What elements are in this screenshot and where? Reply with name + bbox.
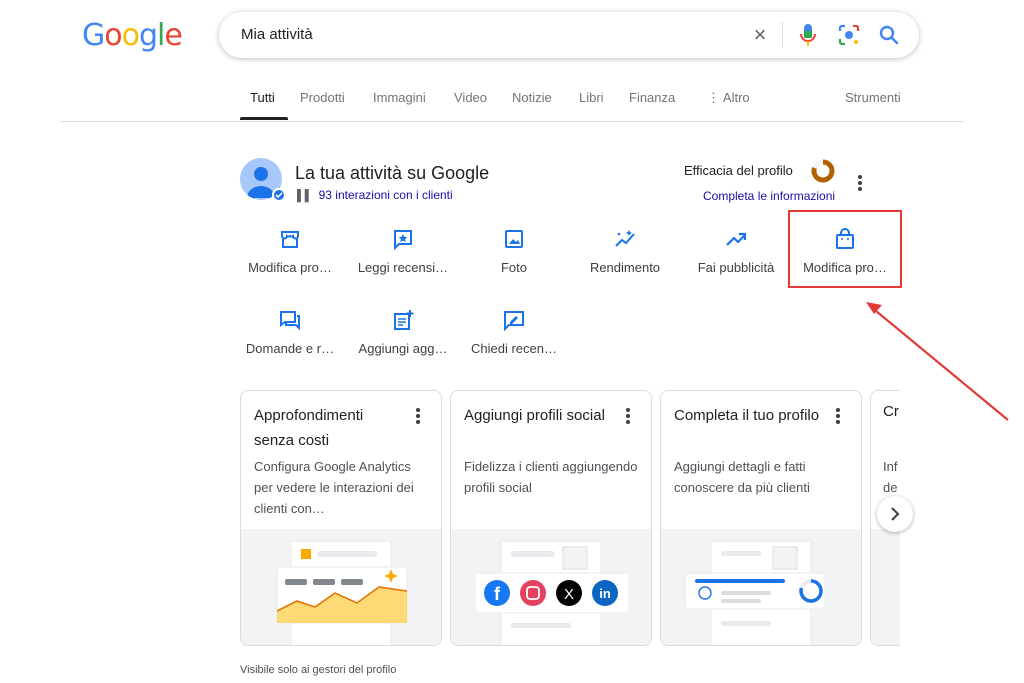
more-options-icon[interactable] [857, 174, 863, 192]
analytics-illustration [241, 529, 441, 645]
interactions-label: 93 interazioni con i clienti [318, 188, 453, 202]
photos-button[interactable]: Foto [458, 228, 570, 275]
chevron-right-icon [891, 507, 900, 521]
search-box[interactable]: Mia attività × [219, 12, 919, 58]
action-label: Aggiungi agg… [358, 341, 448, 356]
header-divider [60, 121, 964, 122]
action-label: Foto [500, 260, 527, 275]
action-label: Chiedi recen… [471, 341, 557, 356]
tab-images[interactable]: Immagini [373, 90, 426, 105]
social-illustration: f X in [451, 529, 651, 645]
card-title: Approfondimenti senza costi [254, 407, 364, 449]
more-options-icon[interactable] [625, 407, 631, 425]
business-title: La tua attività su Google [295, 163, 490, 183]
google-logo[interactable]: Google [82, 18, 183, 53]
mic-icon[interactable] [799, 22, 817, 48]
search-icon[interactable] [877, 23, 901, 47]
action-label: Leggi recensi… [357, 260, 449, 275]
verified-check-icon [272, 188, 286, 202]
rate-review-icon [504, 311, 524, 331]
tab-videos[interactable]: Video [454, 90, 487, 105]
action-label: Fai pubblicità [697, 260, 775, 275]
tab-books[interactable]: Libri [579, 90, 604, 105]
edit-profile-button[interactable]: Modifica pro… [234, 228, 346, 275]
action-label: Rendimento [589, 260, 661, 275]
read-reviews-button[interactable]: Leggi recensi… [347, 228, 459, 275]
card-description: Aggiungi dettagli e fatti conoscere da p… [674, 459, 810, 495]
review-star-icon [394, 230, 412, 250]
search-input[interactable]: Mia attività [241, 26, 313, 43]
photo-icon [505, 230, 523, 248]
highlight-box [788, 210, 902, 288]
advertise-button[interactable]: Fai pubblicità [680, 228, 792, 275]
card-illustration [871, 529, 900, 645]
active-tab-indicator [240, 117, 288, 120]
action-label: Modifica pro… [248, 260, 332, 275]
store-icon [281, 231, 299, 248]
tab-products[interactable]: Prodotti [300, 90, 345, 105]
complete-profile-card[interactable]: Completa il tuo profilo Aggiungi dettagl… [660, 390, 862, 646]
action-label: Domande e r… [245, 341, 335, 356]
efficacy-ring-icon[interactable] [810, 158, 836, 184]
questions-answers-button[interactable]: Domande e r… [234, 309, 346, 356]
sparkle-trend-icon [615, 230, 635, 247]
profile-efficacy-label: Efficacia del profilo [684, 163, 793, 178]
svg-text:X: X [564, 586, 574, 603]
bar-chart-icon: ▌▌ [297, 190, 313, 202]
interactions-link[interactable]: ▌▌ 93 interazioni con i clienti [297, 188, 453, 202]
svg-text:f: f [494, 584, 501, 604]
ask-reviews-button[interactable]: Chiedi recen… [458, 309, 570, 356]
card-title: Aggiungi profili social [464, 407, 605, 424]
svg-text:in: in [599, 586, 611, 601]
search-divider [782, 22, 783, 48]
add-update-button[interactable]: Aggiungi agg… [347, 309, 459, 356]
tools-button[interactable]: Strumenti [845, 90, 901, 105]
tab-more[interactable]: ⋮ Altro [707, 90, 750, 106]
close-icon[interactable]: × [749, 24, 771, 46]
more-options-icon[interactable] [415, 407, 421, 425]
profile-illustration [661, 529, 861, 645]
tab-all[interactable]: Tutti [250, 90, 275, 105]
card-title: Completa il tuo profilo [674, 407, 820, 424]
forum-icon [280, 311, 300, 331]
post-add-icon [394, 310, 414, 330]
more-options-icon[interactable] [835, 407, 841, 425]
tab-finance[interactable]: Finanza [629, 90, 675, 105]
lens-icon[interactable] [837, 23, 861, 47]
complete-info-link[interactable]: Completa le informazioni [703, 189, 835, 203]
social-profiles-card[interactable]: Aggiungi profili social Fidelizza i clie… [450, 390, 652, 646]
visibility-note: Visibile solo ai gestori del profilo [240, 664, 397, 676]
tab-news[interactable]: Notizie [512, 90, 552, 105]
trending-up-icon [726, 232, 747, 246]
performance-button[interactable]: Rendimento [569, 228, 681, 275]
card-description: Inf de [883, 459, 898, 495]
card-description: Fidelizza i clienti aggiungendo profili … [464, 459, 638, 495]
card-description: Configura Google Analytics per vedere le… [254, 459, 414, 516]
carousel-next-button[interactable] [877, 496, 913, 532]
card-title: Cr [883, 403, 899, 420]
insights-card[interactable]: Approfondimenti senza costi Configura Go… [240, 390, 442, 646]
